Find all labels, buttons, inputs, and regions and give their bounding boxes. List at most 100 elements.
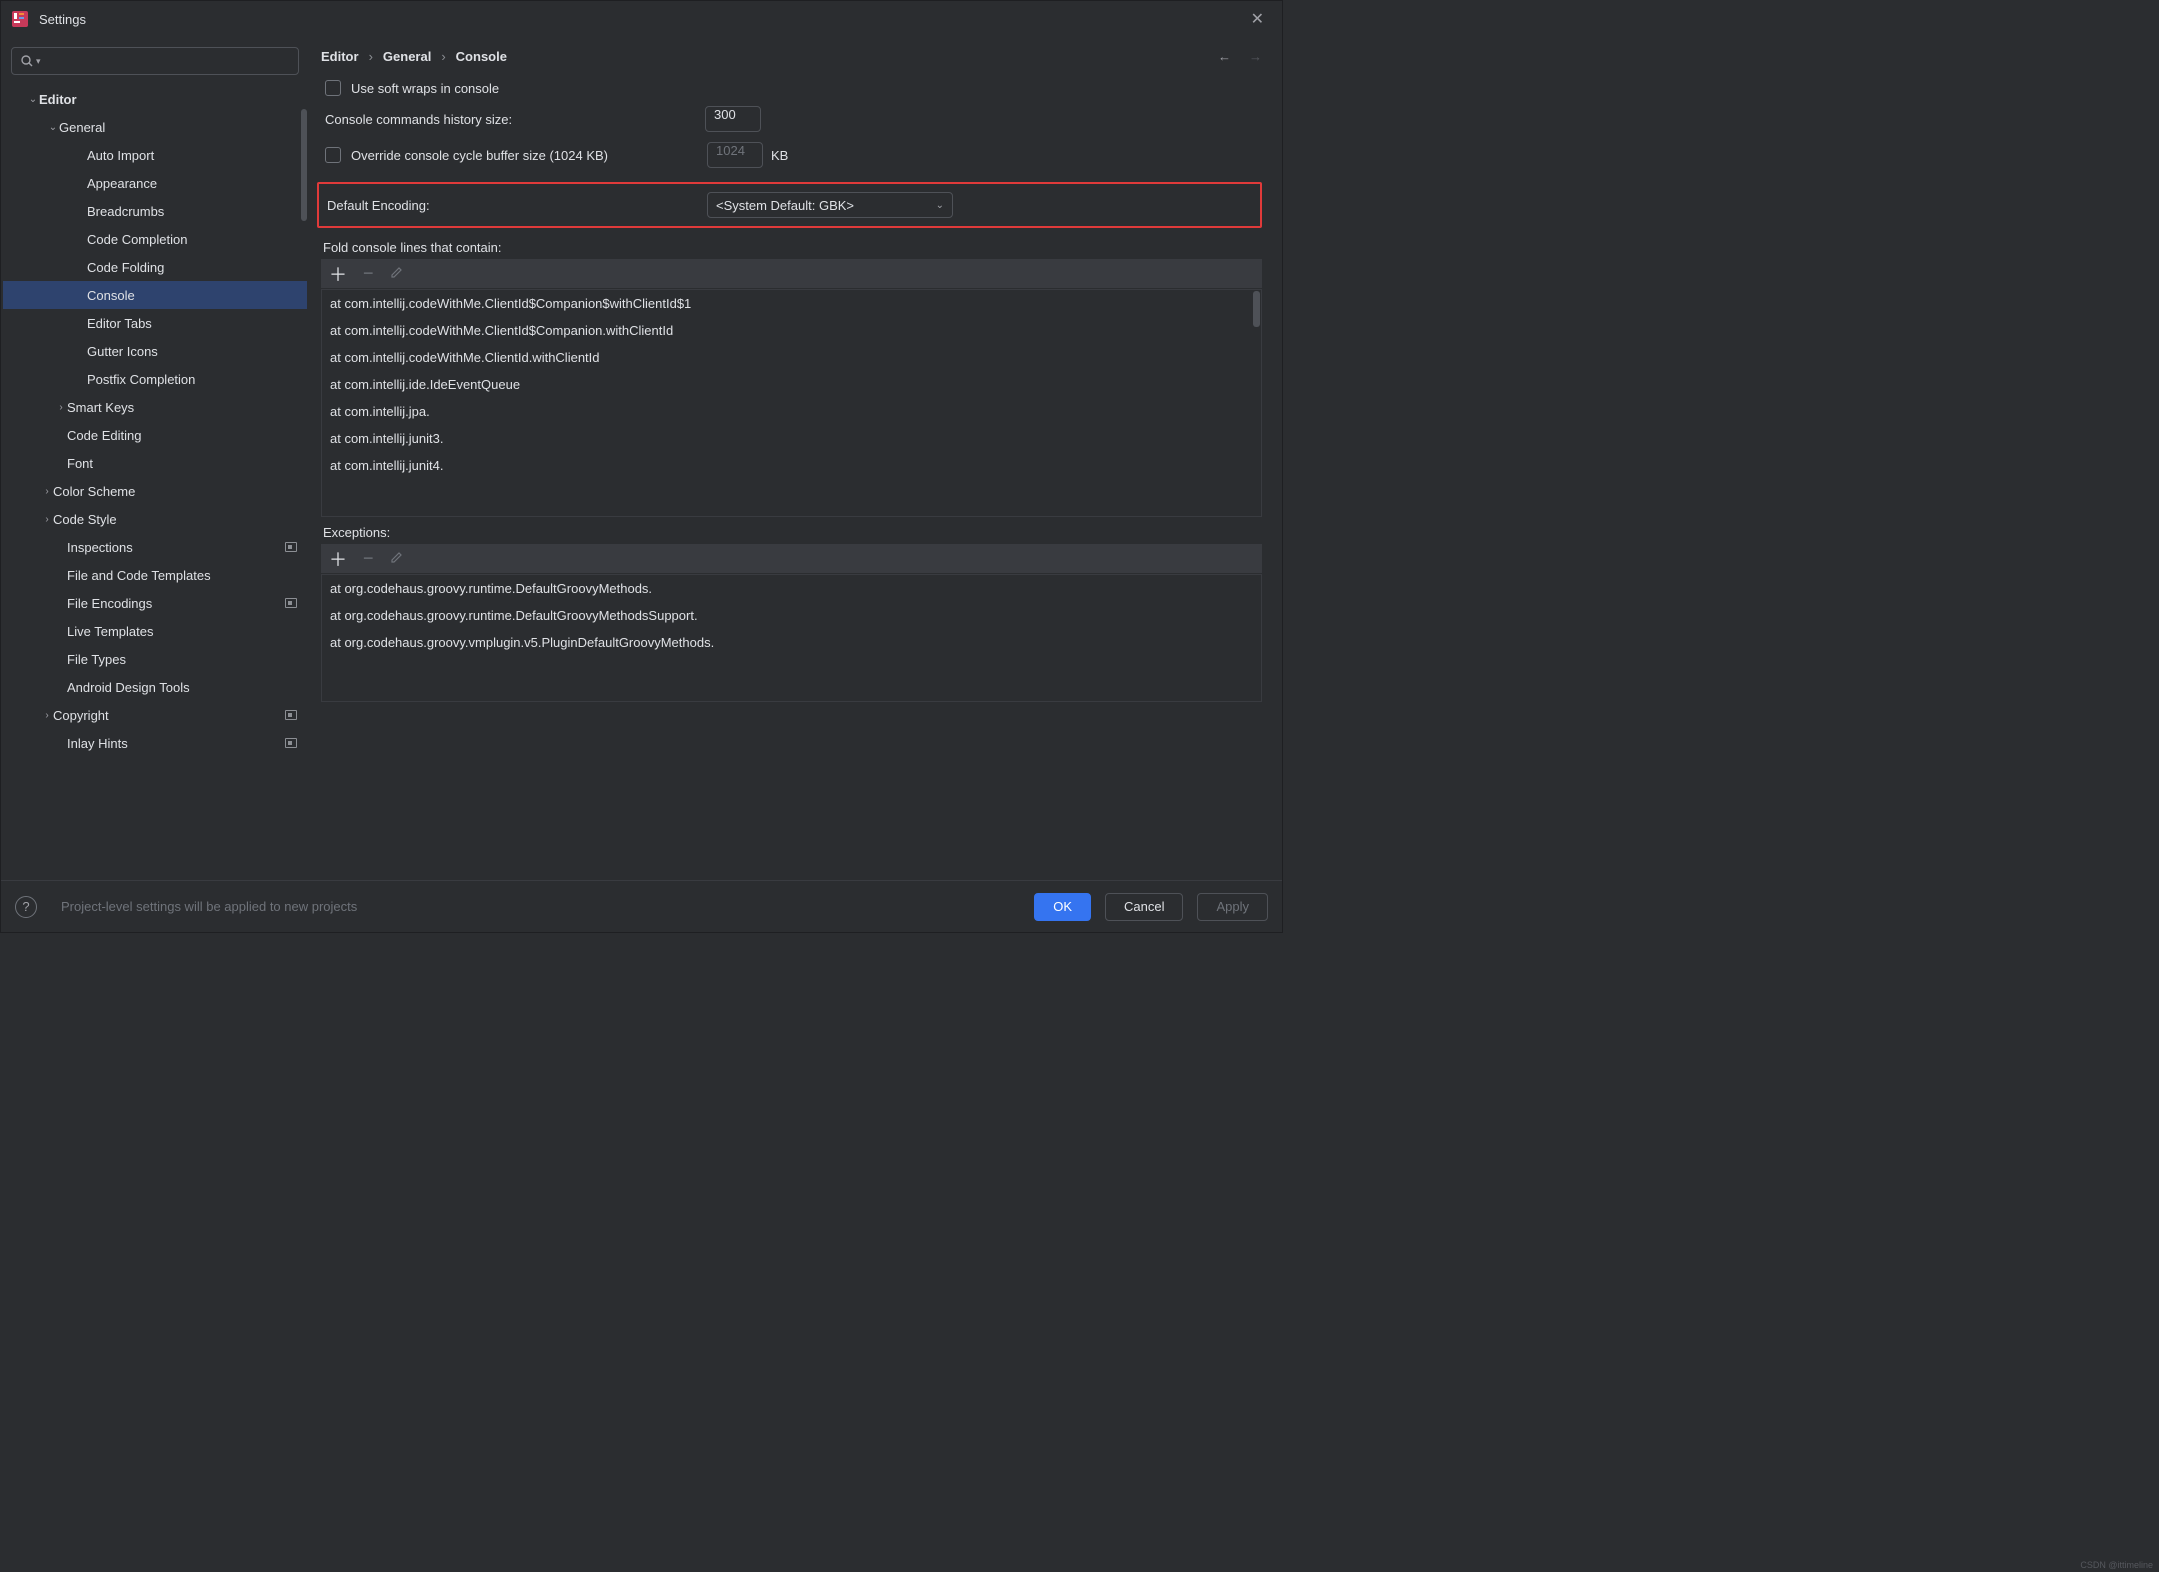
list-item[interactable]: at com.intellij.junit4. xyxy=(322,452,1261,479)
default-encoding-highlight: Default Encoding: <System Default: GBK> … xyxy=(317,182,1262,228)
tree-item-file-encodings[interactable]: File Encodings xyxy=(3,589,307,617)
tree-label: Live Templates xyxy=(67,624,153,639)
chevron-down-icon: ⌄ xyxy=(936,200,944,211)
tree-label: Code Editing xyxy=(67,428,141,443)
tree-item-console[interactable]: Console xyxy=(3,281,307,309)
tree-label: File and Code Templates xyxy=(67,568,211,583)
list-item[interactable]: at com.intellij.junit3. xyxy=(322,425,1261,452)
encoding-select[interactable]: <System Default: GBK> ⌄ xyxy=(707,192,953,218)
tree-item-appearance[interactable]: Appearance xyxy=(3,169,307,197)
tree-item-auto-import[interactable]: Auto Import xyxy=(3,141,307,169)
tree-label: Code Completion xyxy=(87,232,187,247)
tree-item-general[interactable]: ⌄General xyxy=(3,113,307,141)
list-item[interactable]: at com.intellij.ide.IdeEventQueue xyxy=(322,371,1261,398)
crumb-general[interactable]: General xyxy=(383,49,431,64)
tree-item-editor[interactable]: ⌄Editor xyxy=(3,85,307,113)
chevron-right-icon[interactable]: › xyxy=(41,710,53,721)
scrollbar-thumb[interactable] xyxy=(1253,291,1260,327)
tree-label: Code Folding xyxy=(87,260,164,275)
tree-item-editor-tabs[interactable]: Editor Tabs xyxy=(3,309,307,337)
breadcrumb: Editor › General › Console ← → xyxy=(321,49,1262,64)
tree-item-code-editing[interactable]: Code Editing xyxy=(3,421,307,449)
tree-label: File Types xyxy=(67,652,126,667)
tree-label: Editor Tabs xyxy=(87,316,152,331)
tree-label: Gutter Icons xyxy=(87,344,158,359)
tree-label: File Encodings xyxy=(67,596,152,611)
chevron-down-icon: ▾ xyxy=(36,56,41,67)
watermark: CSDN @ittimeline xyxy=(2080,1560,2153,1570)
fold-section-label: Fold console lines that contain: xyxy=(323,240,1262,255)
history-size-input[interactable]: 300 xyxy=(705,106,761,132)
tree-label: Android Design Tools xyxy=(67,680,190,695)
list-item[interactable]: at org.codehaus.groovy.runtime.DefaultGr… xyxy=(322,602,1261,629)
bottombar: ? Project-level settings will be applied… xyxy=(1,880,1282,932)
crumb-editor[interactable]: Editor xyxy=(321,49,359,64)
tree-label: Inlay Hints xyxy=(67,736,128,751)
tree-label: Editor xyxy=(39,92,77,107)
tree-item-copyright[interactable]: ›Copyright xyxy=(3,701,307,729)
exceptions-section-label: Exceptions: xyxy=(323,525,1262,540)
crumb-console[interactable]: Console xyxy=(456,49,507,64)
project-level-icon xyxy=(285,710,297,720)
project-level-icon xyxy=(285,738,297,748)
app-icon xyxy=(11,10,29,28)
tree-item-font[interactable]: Font xyxy=(3,449,307,477)
override-buffer-input: 1024 xyxy=(707,142,763,168)
add-icon[interactable]: ＋ xyxy=(329,261,347,287)
tree-item-breadcrumbs[interactable]: Breadcrumbs xyxy=(3,197,307,225)
back-icon[interactable]: ← xyxy=(1218,49,1231,64)
tree-item-inlay-hints[interactable]: Inlay Hints xyxy=(3,729,307,757)
list-item[interactable]: at org.codehaus.groovy.runtime.DefaultGr… xyxy=(322,575,1261,602)
tree-item-android-design-tools[interactable]: Android Design Tools xyxy=(3,673,307,701)
history-size-label: Console commands history size: xyxy=(325,112,705,127)
remove-icon: − xyxy=(363,548,374,569)
tree-label: Auto Import xyxy=(87,148,154,163)
override-buffer-label: Override console cycle buffer size (1024… xyxy=(351,148,707,163)
tree-item-smart-keys[interactable]: ›Smart Keys xyxy=(3,393,307,421)
close-icon[interactable]: ✕ xyxy=(1243,5,1272,33)
chevron-right-icon[interactable]: › xyxy=(55,402,67,413)
sidebar: ▾ ⌄Editor⌄GeneralAuto ImportAppearanceBr… xyxy=(1,37,313,880)
tree-item-color-scheme[interactable]: ›Color Scheme xyxy=(3,477,307,505)
tree-item-inspections[interactable]: Inspections xyxy=(3,533,307,561)
chevron-down-icon[interactable]: ⌄ xyxy=(27,94,39,105)
tree-item-code-completion[interactable]: Code Completion xyxy=(3,225,307,253)
tree-label: Color Scheme xyxy=(53,484,135,499)
list-item[interactable]: at com.intellij.codeWithMe.ClientId.with… xyxy=(322,344,1261,371)
apply-button: Apply xyxy=(1197,893,1268,921)
tree-item-live-templates[interactable]: Live Templates xyxy=(3,617,307,645)
tree-label: Appearance xyxy=(87,176,157,191)
tree-label: Copyright xyxy=(53,708,109,723)
override-buffer-checkbox[interactable] xyxy=(325,147,341,163)
list-item[interactable]: at com.intellij.codeWithMe.ClientId$Comp… xyxy=(322,290,1261,317)
tree-label: Inspections xyxy=(67,540,133,555)
list-item[interactable]: at org.codehaus.groovy.vmplugin.v5.Plugi… xyxy=(322,629,1261,656)
tree-item-file-types[interactable]: File Types xyxy=(3,645,307,673)
list-item[interactable]: at com.intellij.codeWithMe.ClientId$Comp… xyxy=(322,317,1261,344)
exceptions-list[interactable]: at org.codehaus.groovy.runtime.DefaultGr… xyxy=(321,574,1262,702)
chevron-right-icon[interactable]: › xyxy=(41,514,53,525)
cancel-button[interactable]: Cancel xyxy=(1105,893,1183,921)
encoding-label: Default Encoding: xyxy=(327,198,707,213)
soft-wraps-checkbox[interactable] xyxy=(325,80,341,96)
soft-wraps-label: Use soft wraps in console xyxy=(351,81,499,96)
forward-icon: → xyxy=(1249,49,1262,64)
fold-list[interactable]: at com.intellij.codeWithMe.ClientId$Comp… xyxy=(321,289,1262,517)
list-item[interactable]: at com.intellij.jpa. xyxy=(322,398,1261,425)
tree-label: Console xyxy=(87,288,135,303)
search-input[interactable]: ▾ xyxy=(11,47,299,75)
tree-item-code-folding[interactable]: Code Folding xyxy=(3,253,307,281)
settings-tree: ⌄Editor⌄GeneralAuto ImportAppearanceBrea… xyxy=(3,85,307,874)
ok-button[interactable]: OK xyxy=(1034,893,1091,921)
scrollbar-thumb[interactable] xyxy=(301,109,307,221)
chevron-down-icon[interactable]: ⌄ xyxy=(47,122,59,133)
project-level-icon xyxy=(285,598,297,608)
tree-item-code-style[interactable]: ›Code Style xyxy=(3,505,307,533)
tree-item-file-and-code-templates[interactable]: File and Code Templates xyxy=(3,561,307,589)
tree-item-postfix-completion[interactable]: Postfix Completion xyxy=(3,365,307,393)
remove-icon: − xyxy=(363,263,374,284)
chevron-right-icon[interactable]: › xyxy=(41,486,53,497)
add-icon[interactable]: ＋ xyxy=(329,546,347,572)
tree-item-gutter-icons[interactable]: Gutter Icons xyxy=(3,337,307,365)
help-icon[interactable]: ? xyxy=(15,896,37,918)
